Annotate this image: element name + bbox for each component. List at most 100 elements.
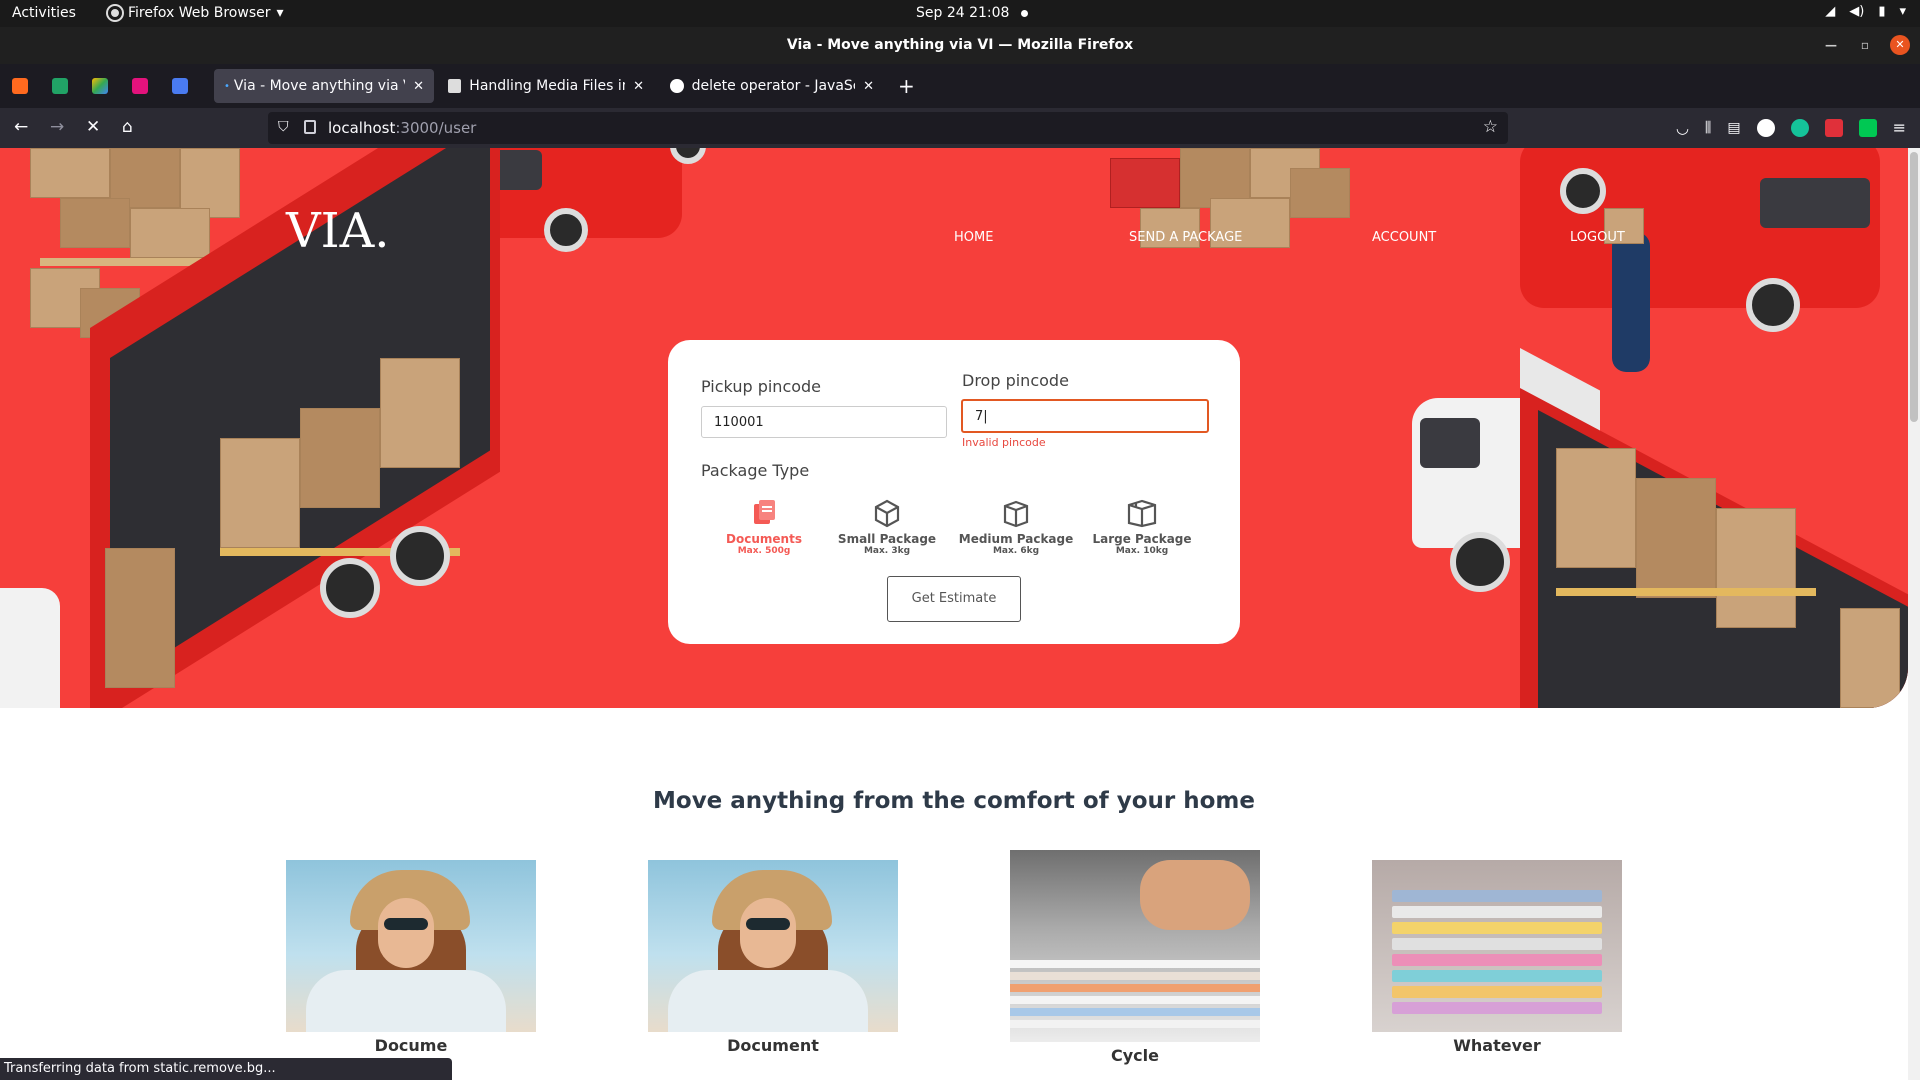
get-estimate-button[interactable]: Get Estimate (887, 576, 1021, 622)
photo-paper (1010, 972, 1260, 980)
extension-red-icon[interactable] (1824, 118, 1843, 137)
sidebar-icon[interactable]: ▤ (1727, 120, 1740, 136)
illustration-wheel (544, 208, 588, 252)
back-icon[interactable]: ← (14, 117, 28, 137)
app-menu-label: Firefox Web Browser (128, 5, 271, 21)
package-option-medium[interactable]: Medium Package Max. 6kg (956, 498, 1076, 556)
pickup-pincode-label: Pickup pincode (701, 377, 822, 396)
pocket-icon[interactable]: ◡ (1676, 119, 1689, 137)
activities-button[interactable]: Activities (12, 5, 76, 21)
service-card[interactable]: Document (648, 860, 898, 1055)
photo-folder (1392, 1002, 1602, 1014)
card-image (1372, 860, 1622, 1032)
close-tab-icon[interactable]: ✕ (413, 79, 424, 94)
package-option-large[interactable]: Large Package Max. 10kg (1082, 498, 1202, 556)
loading-dot-icon: • (224, 80, 230, 92)
nav-logout-link[interactable]: LOGOUT (1570, 230, 1625, 245)
app-menu[interactable]: Firefox Web Browser ▾ (108, 5, 284, 21)
url-path: :3000/user (395, 119, 477, 137)
nav-account-link[interactable]: ACCOUNT (1372, 230, 1436, 245)
package-max: Max. 500g (737, 546, 791, 556)
illustration-red-box (1110, 158, 1180, 208)
photo-folder (1392, 922, 1602, 934)
pinned-tab-icon[interactable] (12, 78, 28, 94)
address-bar[interactable]: ⛉ localhost:3000/user ☆ (268, 112, 1508, 144)
illustration-box (130, 208, 210, 258)
tab-label: Handling Media Files in D (469, 78, 625, 94)
tab-handling-media[interactable]: Handling Media Files in D ✕ (438, 69, 654, 103)
window-controls: — ▫ ✕ (1822, 35, 1910, 55)
site-logo[interactable]: VIA. (286, 203, 390, 259)
photo-face (740, 898, 796, 968)
maximize-icon[interactable]: ▫ (1856, 38, 1874, 52)
photo-folder (1392, 890, 1602, 902)
illustration-wheel (1746, 278, 1800, 332)
pinned-sheets-icon[interactable] (52, 78, 68, 94)
wifi-icon: ◢ (1825, 4, 1836, 19)
illustration-truck-window (1420, 418, 1480, 468)
illustration-box (1290, 168, 1350, 218)
grammarly-icon[interactable] (1790, 118, 1809, 137)
page-scrollbar[interactable] (1908, 148, 1920, 1080)
clock-label: Sep 24 21:08 (916, 5, 1010, 21)
hamburger-menu-icon[interactable]: ≡ (1893, 118, 1906, 137)
photo-folder (1392, 938, 1602, 950)
status-bar: Transferring data from static.remove.bg.… (0, 1058, 452, 1080)
close-window-icon[interactable]: ✕ (1890, 35, 1910, 55)
package-option-small[interactable]: Small Package Max. 3kg (827, 498, 947, 556)
minimize-icon[interactable]: — (1822, 38, 1840, 52)
nav-send-package-link[interactable]: SEND A PACKAGE (1129, 230, 1242, 245)
stop-loading-icon[interactable]: ✕ (86, 117, 100, 137)
system-top-bar: Activities Firefox Web Browser ▾ Sep 24 … (0, 0, 1920, 27)
extension-green-icon[interactable] (1858, 118, 1877, 137)
pinned-app-icon[interactable] (132, 78, 148, 94)
chevron-down-icon: ▾ (276, 5, 284, 21)
system-tray[interactable]: ◢ ◀) ▮ ▾ (1825, 4, 1906, 19)
tab-delete-operator[interactable]: delete operator - JavaScr ✕ (660, 69, 884, 103)
close-tab-icon[interactable]: ✕ (863, 79, 874, 94)
pinned-docs-icon[interactable] (172, 78, 188, 94)
home-icon[interactable]: ⌂ (122, 117, 133, 137)
mdn-favicon-icon (670, 79, 684, 93)
card-image (648, 860, 898, 1032)
service-card[interactable]: Cycle (1010, 850, 1260, 1065)
clock[interactable]: Sep 24 21:08 (916, 5, 1029, 21)
nav-home-link[interactable]: HOME (954, 230, 993, 245)
package-option-documents[interactable]: Documents Max. 500g (704, 498, 824, 556)
illustration-box (1556, 448, 1636, 568)
illustration-box (105, 548, 175, 688)
photo-folder (1392, 970, 1602, 982)
large-box-icon (1127, 499, 1157, 528)
card-caption: Document (727, 1036, 819, 1055)
volume-icon: ◀) (1849, 4, 1865, 19)
page-info-icon[interactable] (304, 120, 316, 134)
tab-via[interactable]: • Via - Move anything via VI ✕ (214, 69, 434, 103)
library-icon[interactable]: ⫼ (1705, 120, 1711, 136)
illustration-box (60, 198, 130, 248)
section-title: Move anything from the comfort of your h… (653, 788, 1255, 814)
card-caption: Docume (374, 1036, 448, 1055)
illustration-van-window (1760, 178, 1870, 228)
medium-box-icon (1003, 500, 1029, 528)
hero-banner: VIA. HOME SEND A PACKAGE ACCOUNT LOGOUT … (0, 148, 1908, 708)
scrollbar-thumb[interactable] (1910, 152, 1918, 422)
info-extension-icon[interactable] (1756, 118, 1775, 137)
drop-pincode-input[interactable]: 7| (961, 399, 1209, 433)
service-card[interactable]: Docume (286, 860, 536, 1055)
close-tab-icon[interactable]: ✕ (633, 79, 644, 94)
drop-pincode-label: Drop pincode (962, 371, 1069, 390)
tab-strip: • Via - Move anything via VI ✕ Handling … (0, 64, 1920, 108)
pinned-drive-icon[interactable] (92, 78, 108, 94)
photo-face (378, 898, 434, 968)
service-card[interactable]: Whatever (1372, 860, 1622, 1055)
illustration-wheel (1560, 168, 1606, 214)
new-tab-button[interactable]: + (898, 74, 915, 98)
illustration-box (300, 408, 380, 508)
forward-icon[interactable]: → (50, 117, 64, 137)
pickup-pincode-input[interactable]: 110001 (701, 406, 947, 438)
bookmark-star-icon[interactable]: ☆ (1483, 117, 1498, 137)
estimate-form-card: Pickup pincode 110001 Drop pincode 7| In… (668, 340, 1240, 644)
photo-shirt (668, 970, 868, 1032)
package-max: Max. 10kg (1115, 546, 1169, 556)
tracking-shield-icon[interactable]: ⛉ (278, 119, 289, 135)
